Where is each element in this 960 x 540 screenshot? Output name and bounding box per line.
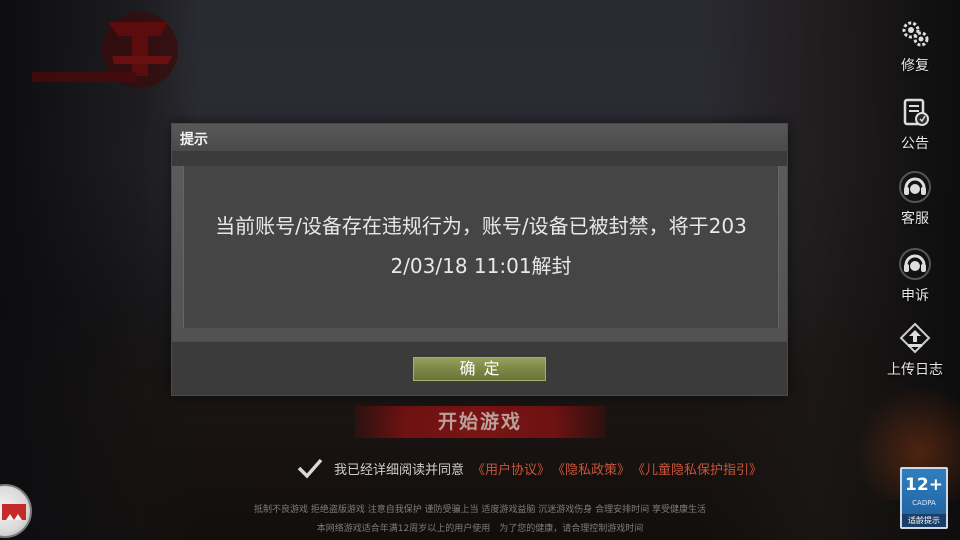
upload-icon [899, 322, 931, 354]
upload-log-label: 上传日志 [887, 362, 943, 378]
dialog-divider [172, 341, 787, 342]
agreement-row: 我已经详细阅读并同意 《用户协议》 《隐私政策》 《儿童隐私保护指引》 [296, 456, 762, 480]
side-menu: 修复 公告 客服 申诉 上传日志 [870, 0, 960, 400]
upload-log-button[interactable]: 上传日志 [870, 314, 960, 386]
game-logo [28, 2, 198, 102]
headset-icon [899, 171, 931, 203]
notice-button[interactable]: 公告 [870, 88, 960, 160]
notice-icon [903, 98, 929, 126]
repair-label: 修复 [901, 58, 929, 74]
agreement-text: 我已经详细阅读并同意 [334, 462, 465, 478]
health-notice-line1: 抵制不良游戏 拒绝盗版游戏 注意自我保护 谨防受骗上当 适度游戏益脑 沉迷游戏伤… [253, 505, 707, 515]
start-game-button[interactable]: 开始游戏 [355, 406, 605, 438]
confirm-button[interactable]: 确定 [413, 357, 546, 381]
dialog-title: 提示 [180, 132, 208, 148]
child-privacy-link[interactable]: 《儿童隐私保护指引》 [632, 459, 762, 478]
age-rating-org: CADPA [912, 499, 936, 507]
appeal-button[interactable]: 申诉 [870, 240, 960, 312]
age-rating-number: 12+ [905, 475, 943, 495]
avatar-icon [2, 504, 26, 520]
dialog-message: 当前账号/设备存在违规行为，账号/设备已被封禁，将于203 2/03/18 11… [184, 206, 778, 286]
user-agreement-link[interactable]: 《用户协议》 [472, 459, 550, 478]
notice-label: 公告 [901, 136, 929, 152]
ban-notice-dialog: 提示 当前账号/设备存在违规行为，账号/设备已被封禁，将于203 2/03/18… [171, 123, 788, 396]
appeal-label: 申诉 [901, 288, 929, 304]
customer-service-label: 客服 [901, 211, 929, 227]
dialog-body: 当前账号/设备存在违规行为，账号/设备已被封禁，将于203 2/03/18 11… [172, 166, 787, 341]
customer-service-button[interactable]: 客服 [870, 163, 960, 235]
dialog-message-line2: 2/03/18 11:01解封 [390, 254, 572, 278]
gears-icon [902, 21, 929, 47]
health-notice-line2: 本网络游戏适合年满12周岁以上的用户使用 为了您的健康，请合理控制游戏时间 [316, 524, 644, 534]
age-rating-label: 适龄提示 [902, 514, 946, 527]
checkmark-icon[interactable] [296, 456, 324, 480]
age-rating-badge[interactable]: 12+ CADPA 适龄提示 [900, 467, 948, 529]
avatar-button[interactable] [0, 484, 32, 538]
dialog-message-panel: 当前账号/设备存在违规行为，账号/设备已被封禁，将于203 2/03/18 11… [183, 166, 779, 328]
dialog-header: 提示 [172, 124, 787, 151]
appeal-headset-icon [899, 248, 931, 280]
dialog-message-line1: 当前账号/设备存在违规行为，账号/设备已被封禁，将于203 [215, 214, 747, 238]
repair-button[interactable]: 修复 [870, 10, 960, 82]
privacy-policy-link[interactable]: 《隐私政策》 [552, 459, 630, 478]
